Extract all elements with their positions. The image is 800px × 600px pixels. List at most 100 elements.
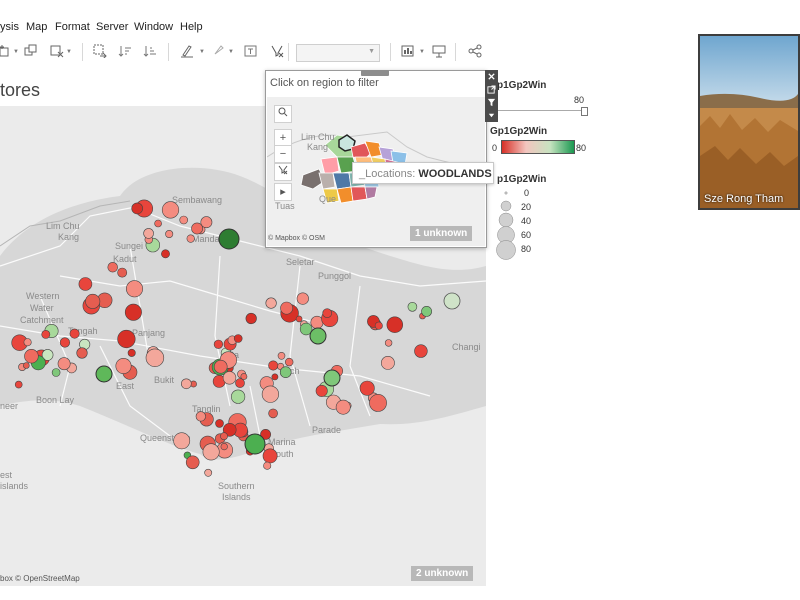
store-marker[interactable] [143,228,154,239]
duplicate-sheet-icon[interactable] [24,44,38,58]
store-marker[interactable] [181,378,192,390]
store-marker[interactable] [117,329,136,349]
store-marker[interactable] [76,347,88,359]
store-marker[interactable] [124,303,142,321]
store-marker[interactable] [414,344,428,358]
store-marker[interactable] [179,215,188,225]
store-marker[interactable] [262,448,278,464]
store-marker[interactable] [202,443,220,461]
store-marker[interactable] [51,368,61,377]
chevron-down-icon[interactable]: ▼ [13,49,19,55]
popup-attribution[interactable]: © Mapbox © OSM [268,235,325,242]
store-marker[interactable] [280,301,293,315]
store-marker[interactable] [69,328,80,339]
store-marker[interactable] [161,201,180,219]
pin-icon[interactable] [211,44,225,58]
store-marker[interactable] [245,312,257,325]
more-options-icon[interactable] [487,111,496,120]
store-marker[interactable] [161,249,170,259]
region-shape[interactable] [350,186,368,202]
sort-descending-icon[interactable] [143,44,157,58]
popup-unknown-indicator[interactable]: 1 unknown [410,226,473,241]
store-marker[interactable] [117,267,128,278]
store-marker[interactable] [233,334,243,343]
store-marker[interactable] [107,262,118,273]
store-marker[interactable] [145,348,165,368]
store-marker[interactable] [131,202,143,215]
store-marker[interactable] [268,408,278,419]
show-me-icon[interactable] [401,44,415,58]
highlight-icon[interactable] [180,44,194,58]
store-marker[interactable] [285,357,294,367]
store-marker[interactable] [195,411,206,422]
clear-sheet-icon[interactable] [50,44,64,58]
filter-icon[interactable] [487,98,496,107]
store-marker[interactable] [271,373,279,381]
store-marker[interactable] [315,384,328,397]
store-marker[interactable] [265,297,277,309]
store-marker[interactable] [296,292,309,305]
swap-icon[interactable] [93,44,107,58]
clear-selection-button[interactable] [274,163,292,181]
chevron-down-icon[interactable]: ▼ [199,49,205,55]
store-marker[interactable] [165,230,174,239]
store-marker[interactable] [231,389,246,404]
menu-window[interactable]: Window [134,21,173,33]
store-marker[interactable] [235,378,245,388]
store-marker[interactable] [359,380,375,396]
menu-format[interactable]: Format [55,21,90,33]
video-participant-tile[interactable]: Sze Rong Tham [698,34,800,210]
presentation-icon[interactable] [432,44,446,58]
store-marker[interactable] [322,308,333,318]
fit-dropdown[interactable]: ▼ [296,44,380,62]
store-marker[interactable] [173,432,191,450]
store-marker[interactable] [407,302,418,312]
store-marker[interactable] [127,348,136,357]
store-marker[interactable] [421,305,432,317]
store-marker[interactable] [186,234,195,243]
zoom-out-button[interactable]: − [274,145,292,163]
chevron-down-icon[interactable]: ▼ [228,49,234,55]
store-marker[interactable] [85,293,101,309]
store-marker[interactable] [222,371,237,385]
store-marker[interactable] [279,366,292,379]
map-attribution[interactable]: box © OpenStreetMap [0,574,80,583]
store-marker[interactable] [78,277,93,291]
store-marker[interactable] [261,385,280,403]
menu-server[interactable]: Server [96,21,128,33]
store-marker[interactable] [263,461,272,470]
store-marker[interactable] [115,358,132,375]
share-icon[interactable] [468,44,482,58]
store-marker[interactable] [24,349,39,364]
store-marker[interactable] [95,365,113,383]
store-marker[interactable] [22,362,30,369]
store-marker[interactable] [215,419,224,428]
drag-handle[interactable] [361,70,389,76]
map-search-button[interactable] [274,105,292,123]
clear-filter-icon[interactable] [270,44,284,58]
text-label-icon[interactable] [244,44,258,58]
store-marker[interactable] [244,433,266,455]
chevron-down-icon[interactable]: ▼ [419,49,425,55]
store-marker[interactable] [41,329,51,339]
store-marker[interactable] [59,337,71,348]
store-marker[interactable] [220,443,228,451]
menu-map[interactable]: Map [26,21,47,33]
region-shape[interactable] [364,186,378,200]
store-marker[interactable] [220,432,228,441]
store-marker[interactable] [323,369,341,387]
store-marker[interactable] [213,359,228,374]
store-marker[interactable] [386,316,403,333]
store-marker[interactable] [335,399,351,415]
store-marker[interactable] [154,219,162,228]
sort-ascending-icon[interactable] [118,44,132,58]
unknown-indicator[interactable]: 2 unknown [411,566,474,581]
store-marker[interactable] [57,357,71,371]
close-icon[interactable] [487,72,496,81]
store-marker[interactable] [185,455,200,470]
store-marker[interactable] [213,339,223,349]
store-marker[interactable] [204,468,213,477]
store-marker[interactable] [268,360,279,371]
zoom-in-button[interactable]: + [274,129,292,146]
store-marker[interactable] [277,352,286,360]
